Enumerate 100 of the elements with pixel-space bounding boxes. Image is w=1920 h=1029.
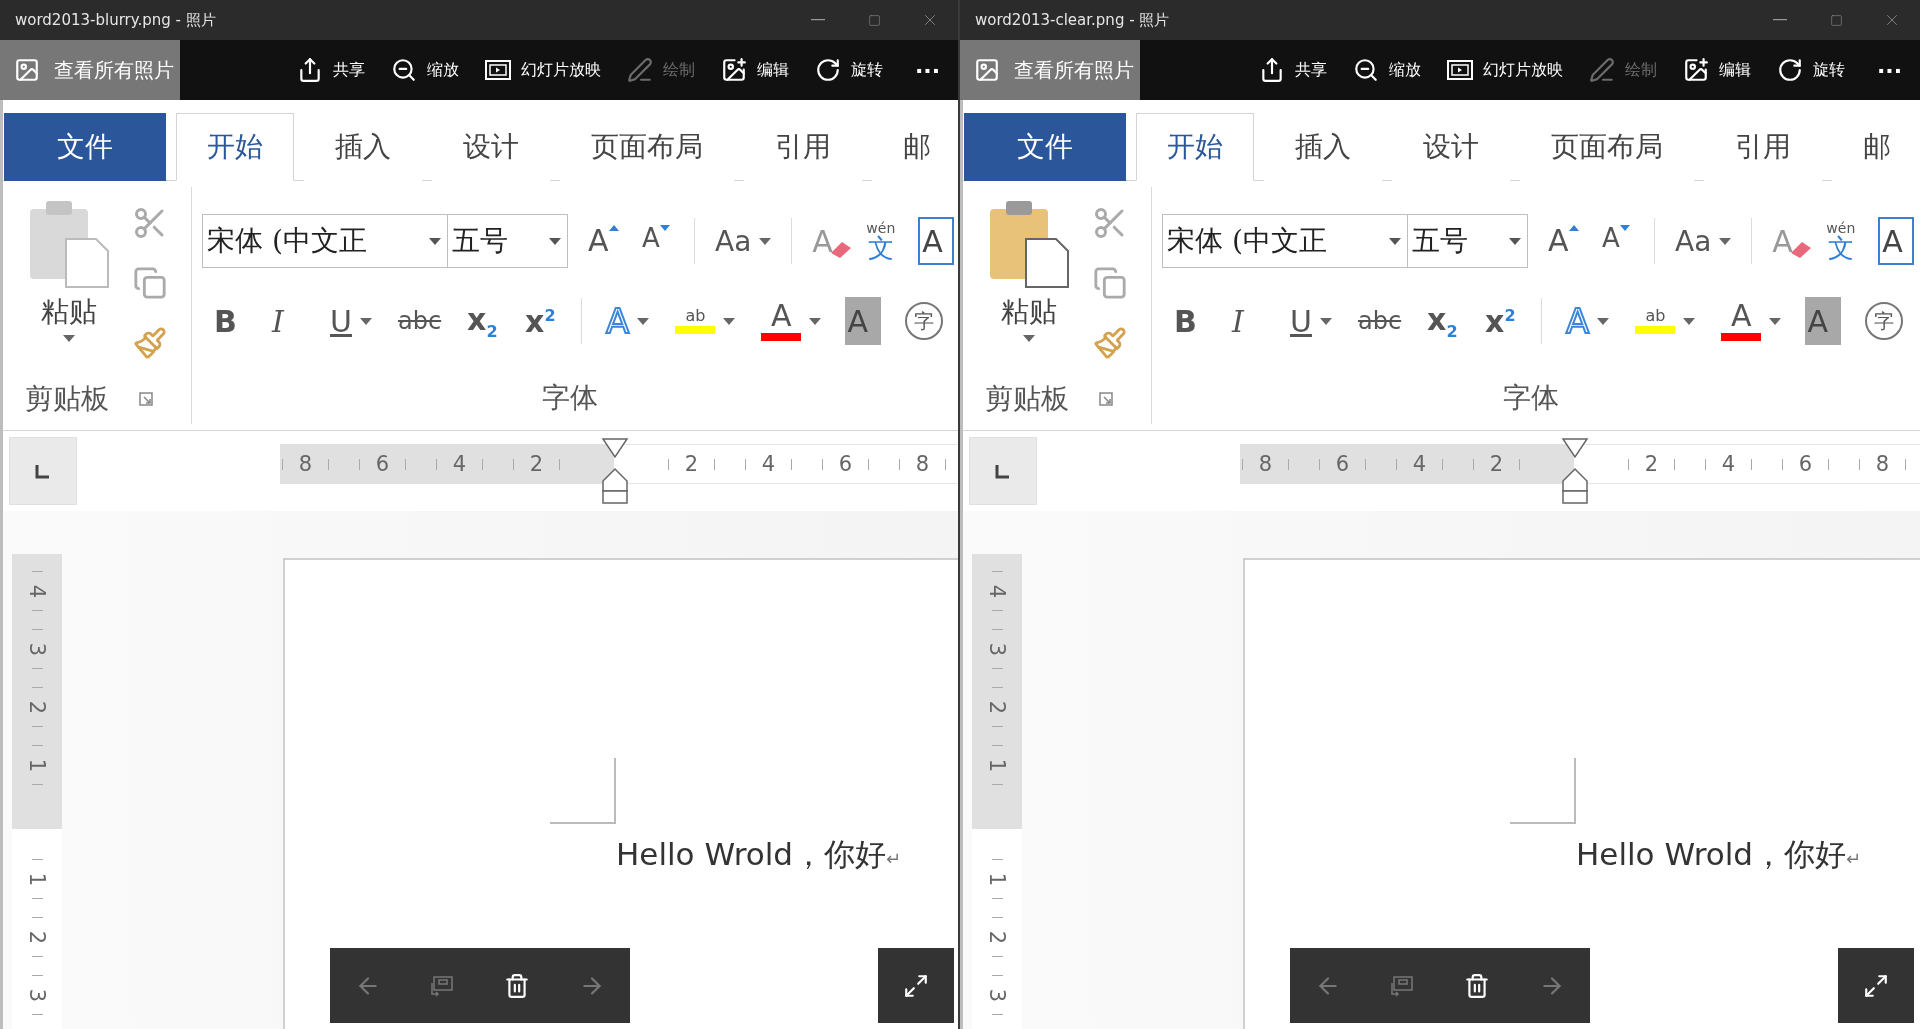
highlight-button[interactable]: ab (673, 297, 738, 345)
font-size-select[interactable]: 五号 (447, 214, 568, 268)
pen-icon (1588, 57, 1615, 83)
ruler-number: 6 (375, 453, 390, 475)
more-button[interactable]: ··· (908, 57, 946, 83)
nav-button[interactable] (1463, 972, 1490, 999)
phonetic-guide-button[interactable]: wén 文 (1824, 217, 1861, 265)
caret-icon (549, 237, 561, 245)
ruler-number: 2 (684, 453, 699, 475)
ruler-number: 4 (452, 453, 467, 475)
ruler-number: 2 (26, 930, 48, 944)
nav-button[interactable] (503, 972, 530, 999)
phonetic-guide-button[interactable]: wén 文 (864, 217, 901, 265)
ruler-number: 2 (1644, 453, 1659, 475)
rotate-icon (814, 57, 841, 83)
caret-icon (1023, 335, 1035, 342)
rotate-icon (1776, 57, 1803, 83)
script-button[interactable]: x$_{2}$ (465, 297, 502, 345)
ruler-number: 2 (986, 930, 1008, 944)
grow-font-button[interactable]: A (586, 217, 622, 265)
zoom-out-icon (390, 57, 417, 83)
ruler-number: 1 (986, 758, 1008, 772)
strikethrough-button[interactable]: abc (395, 297, 444, 345)
ruler-number: 2 (1489, 453, 1504, 475)
ruler-number: 1 (26, 872, 48, 886)
fullscreen-button[interactable] (1838, 948, 1914, 1023)
more-button[interactable]: ··· (1870, 57, 1908, 83)
font-name-select[interactable]: 宋体 (中文正 (202, 214, 448, 268)
shrink-font-button[interactable]: A (640, 217, 676, 265)
script-button[interactable]: x$_{2}$ (1425, 297, 1462, 345)
paragraph-mark: ↵ (1846, 848, 1862, 869)
crop-mark (1510, 758, 1576, 824)
ruler-number: 6 (838, 453, 853, 475)
paragraph-mark: ↵ (886, 848, 902, 869)
italic-button[interactable]: I (270, 297, 306, 345)
indent-marker[interactable] (601, 437, 629, 505)
ruler-number: 8 (915, 453, 930, 475)
script-button[interactable]: x$^{2}$ (1483, 297, 1520, 345)
slideshow-icon (484, 59, 511, 81)
slideshow-icon (1446, 59, 1473, 81)
group-label: 字体 (542, 380, 598, 416)
document-text: Hello Wrold，你好 (1576, 835, 1846, 874)
ruler-number: 4 (26, 584, 48, 598)
paste-button[interactable]: 粘贴 (983, 199, 1075, 374)
underline-button[interactable]: U (1288, 297, 1334, 345)
group-label: 剪贴板 (25, 381, 109, 417)
expand-icon (1863, 972, 1889, 999)
tab-selector[interactable] (9, 437, 77, 505)
font-color-button[interactable]: A (759, 297, 824, 345)
bold-button[interactable]: B (1172, 297, 1208, 345)
file-tab[interactable]: 文件 (4, 113, 166, 181)
pen-icon (626, 57, 653, 83)
view-all-photos-button[interactable]: 查看所有照片 (0, 40, 180, 100)
character-border-button[interactable]: A (918, 217, 955, 265)
underline-button[interactable]: U (328, 297, 374, 345)
font-name-select[interactable]: 宋体 (中文正 (1162, 214, 1408, 268)
indent-marker[interactable] (1561, 437, 1589, 505)
toolbar-button[interactable]: 共享 (1258, 57, 1327, 83)
view-all-photos-button[interactable]: 查看所有照片 (960, 40, 1140, 100)
file-tab[interactable]: 文件 (964, 113, 1126, 181)
font-color-button[interactable]: A (1719, 297, 1784, 345)
toolbar-button[interactable]: 缩放 (390, 57, 459, 83)
strikethrough-button[interactable]: abc (1355, 297, 1404, 345)
dialog-launcher-icon[interactable] (1099, 392, 1113, 406)
down-triangle-icon (659, 225, 670, 231)
change-case-button[interactable]: Aa (713, 217, 774, 265)
ruler-number: 4 (761, 453, 776, 475)
copy-icon (1093, 266, 1127, 300)
ruler-number: 1 (26, 758, 48, 772)
character-border-button[interactable]: A (1878, 217, 1915, 265)
toolbar-button[interactable]: 编辑 (720, 57, 789, 83)
window-title: word2013-clear.png - 照片 (975, 10, 1171, 30)
toolbar-button[interactable]: 旋转 (814, 57, 883, 83)
toolbar-button[interactable]: 编辑 (1682, 57, 1751, 83)
character-shading-button[interactable]: A (1805, 297, 1842, 345)
dialog-launcher-icon[interactable] (139, 392, 153, 406)
toolbar-button[interactable]: 共享 (296, 57, 365, 83)
ruler-number: 8 (1875, 453, 1890, 475)
grow-font-button[interactable]: A (1546, 217, 1582, 265)
toolbar-button[interactable]: 缩放 (1352, 57, 1421, 83)
toolbar-button[interactable]: 旋转 (1776, 57, 1845, 83)
image-edit-icon (1682, 57, 1709, 83)
caret-icon (63, 335, 75, 342)
toolbar-button[interactable]: 幻灯片放映 (484, 59, 601, 81)
ruler-number: 3 (26, 642, 48, 656)
ribbon-tab[interactable]: 开始 (176, 113, 294, 181)
italic-button[interactable]: I (1230, 297, 1266, 345)
ribbon-tab[interactable]: 开始 (1136, 113, 1254, 181)
toolbar-button[interactable]: 幻灯片放映 (1446, 59, 1563, 81)
character-shading-button[interactable]: A (845, 297, 882, 345)
font-size-select[interactable]: 五号 (1407, 214, 1528, 268)
up-triangle-icon (608, 225, 619, 231)
bold-button[interactable]: B (212, 297, 248, 345)
change-case-button[interactable]: Aa (1673, 217, 1734, 265)
tab-selector[interactable] (969, 437, 1037, 505)
shrink-font-button[interactable]: A (1600, 217, 1636, 265)
script-button[interactable]: x$^{2}$ (523, 297, 560, 345)
highlight-button[interactable]: ab (1633, 297, 1698, 345)
fullscreen-button[interactable] (878, 948, 954, 1023)
zoom-out-icon (1352, 57, 1379, 83)
